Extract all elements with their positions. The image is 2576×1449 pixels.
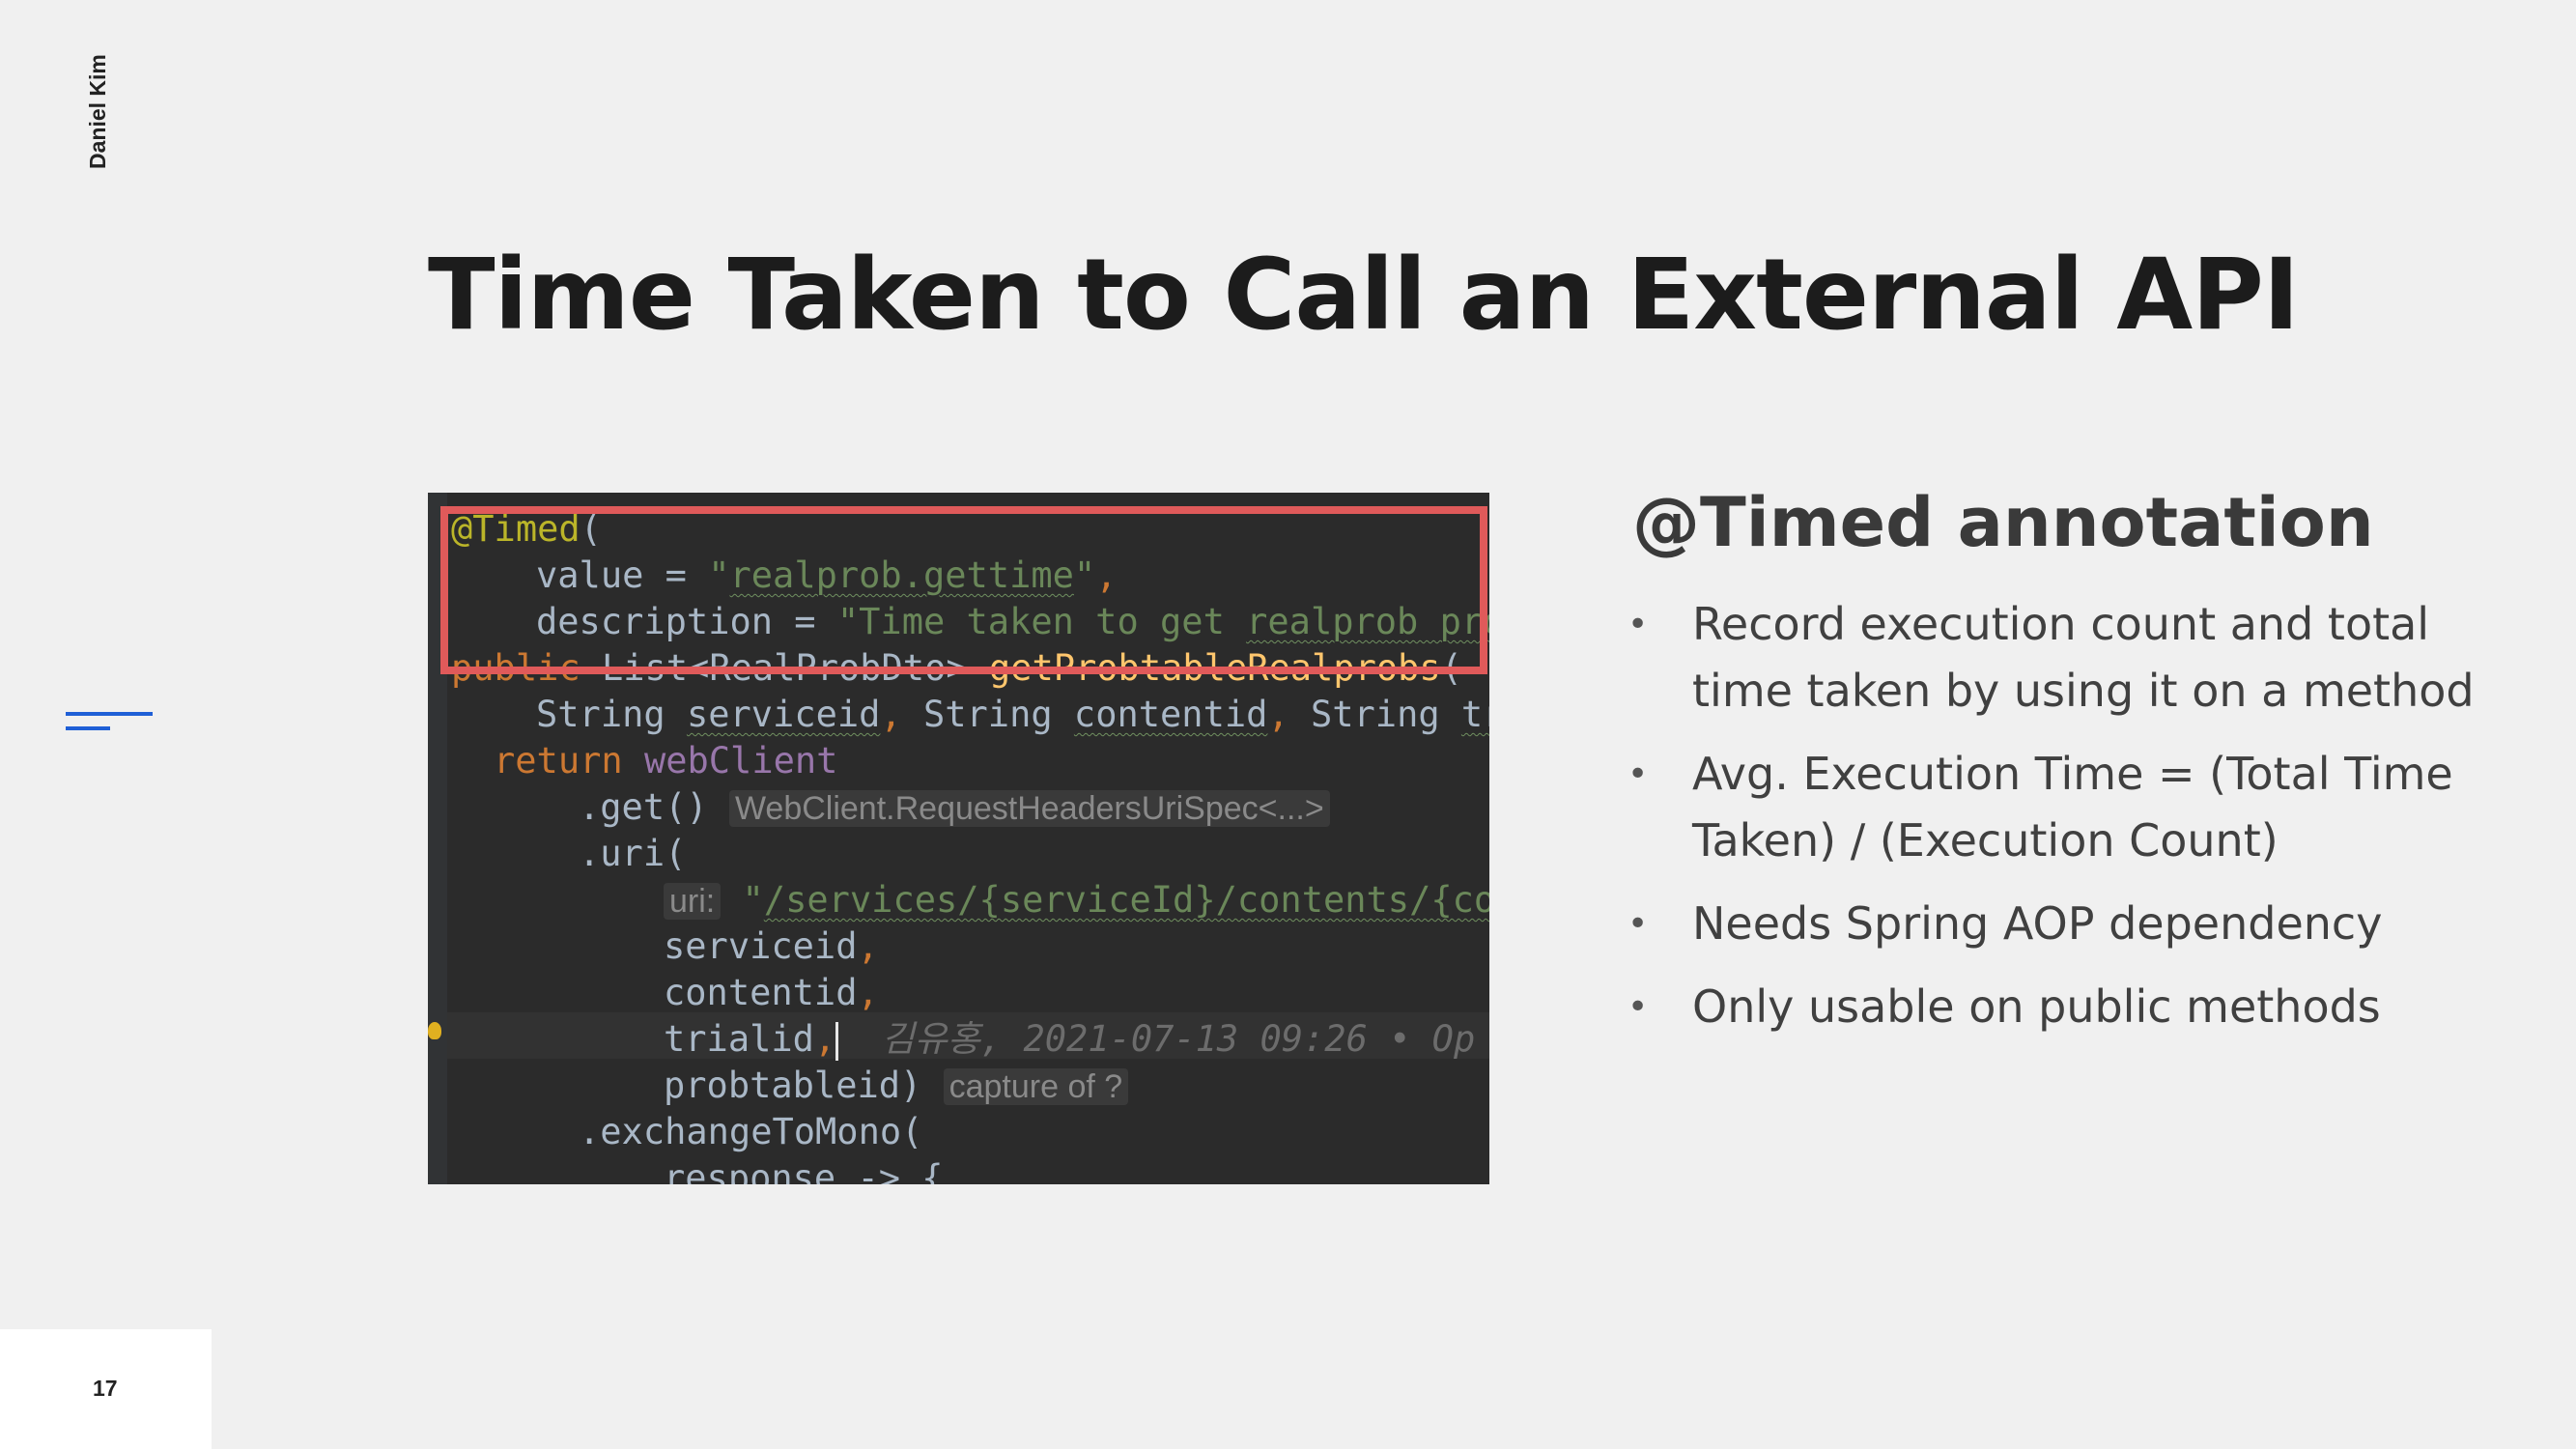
inlay-type-hint: WebClient.RequestHeadersUriSpec<...>	[728, 790, 1330, 827]
bullet-list: • Record execution count and total time t…	[1628, 591, 2516, 1057]
code-token: .uri(	[579, 833, 687, 874]
code-token: ,	[1267, 694, 1311, 735]
code-param: serviceid	[686, 694, 881, 735]
page-number-box: 17	[0, 1329, 212, 1449]
code-string: /services/{serviceId}/contents/{con	[763, 879, 1489, 921]
lightbulb-icon	[428, 1022, 441, 1039]
bullet-item: • Needs Spring AOP dependency	[1628, 891, 2516, 957]
code-line-5: String serviceid, String contentid, Stri…	[536, 692, 1489, 738]
bullet-marker: •	[1628, 987, 1649, 1027]
bullet-text: Record execution count and total time ta…	[1692, 598, 2475, 717]
bullet-marker: •	[1628, 904, 1649, 944]
code-line-7: .get() WebClient.RequestHeadersUriSpec<.…	[579, 784, 1330, 831]
author-label: Daniel Kim	[85, 54, 110, 169]
code-screenshot: @Timed( value = "realprob.gettime", desc…	[428, 493, 1489, 1184]
section-heading: @Timed annotation	[1632, 483, 2374, 562]
code-token: response -> {	[664, 1157, 944, 1184]
code-line-9: uri: "/services/{serviceId}/contents/{co…	[664, 877, 1489, 923]
code-token: contentid	[664, 972, 858, 1013]
code-token: ,	[880, 694, 923, 735]
code-token: ,	[857, 925, 879, 967]
code-token: ,	[857, 972, 879, 1013]
inlay-type-hint: capture of ?	[943, 1068, 1129, 1105]
page-number: 17	[93, 1376, 118, 1401]
code-token: String	[536, 694, 687, 735]
bullet-marker: •	[1628, 754, 1649, 794]
code-line-14: .exchangeToMono(	[579, 1109, 922, 1155]
code-field: webClient	[643, 740, 838, 781]
code-param: tr	[1460, 694, 1489, 735]
bullet-item: • Record execution count and total time t…	[1628, 591, 2516, 724]
code-token: .exchangeToMono(	[579, 1111, 923, 1152]
code-line-15: response -> {	[664, 1155, 944, 1184]
code-token: trialid	[664, 1018, 814, 1060]
code-keyword: return	[494, 740, 644, 781]
code-line-12: trialid, 김유홍, 2021-07-13 09:26 • Op	[664, 1016, 1475, 1063]
bullet-text: Needs Spring AOP dependency	[1692, 897, 2383, 950]
bullet-text: Avg. Execution Time = (Total Time Taken)…	[1692, 748, 2453, 867]
code-token: ,	[813, 1018, 836, 1060]
code-token: String	[922, 694, 1074, 735]
code-line-13: probtableid) capture of ?	[664, 1063, 1129, 1109]
code-line-11: contentid,	[664, 970, 879, 1016]
code-line-6: return webClient	[494, 738, 837, 784]
bullet-text: Only usable on public methods	[1692, 980, 2381, 1033]
code-token: .get()	[579, 786, 729, 828]
bullet-item: • Avg. Execution Time = (Total Time Taken…	[1628, 741, 2516, 874]
accent-lines	[66, 712, 155, 735]
inlay-param-hint: uri:	[664, 883, 722, 920]
bullet-marker: •	[1628, 605, 1649, 644]
code-token: serviceid	[664, 925, 858, 967]
slide-title: Time Taken to Call an External API	[428, 238, 2300, 353]
accent-line-long	[66, 712, 153, 716]
code-token: probtableid)	[664, 1065, 944, 1106]
accent-line-short	[66, 726, 110, 730]
highlight-box	[440, 506, 1487, 674]
code-param: contentid	[1073, 694, 1268, 735]
code-line-10: serviceid,	[664, 923, 879, 970]
git-blame-annotation: 김유홍, 2021-07-13 09:26 • Op	[838, 1018, 1476, 1060]
code-string: "	[721, 879, 764, 921]
code-line-8: .uri(	[579, 831, 686, 877]
author-label-wrap: Daniel Kim	[85, 43, 124, 169]
code-token: String	[1310, 694, 1461, 735]
bullet-item: • Only usable on public methods	[1628, 974, 2516, 1040]
